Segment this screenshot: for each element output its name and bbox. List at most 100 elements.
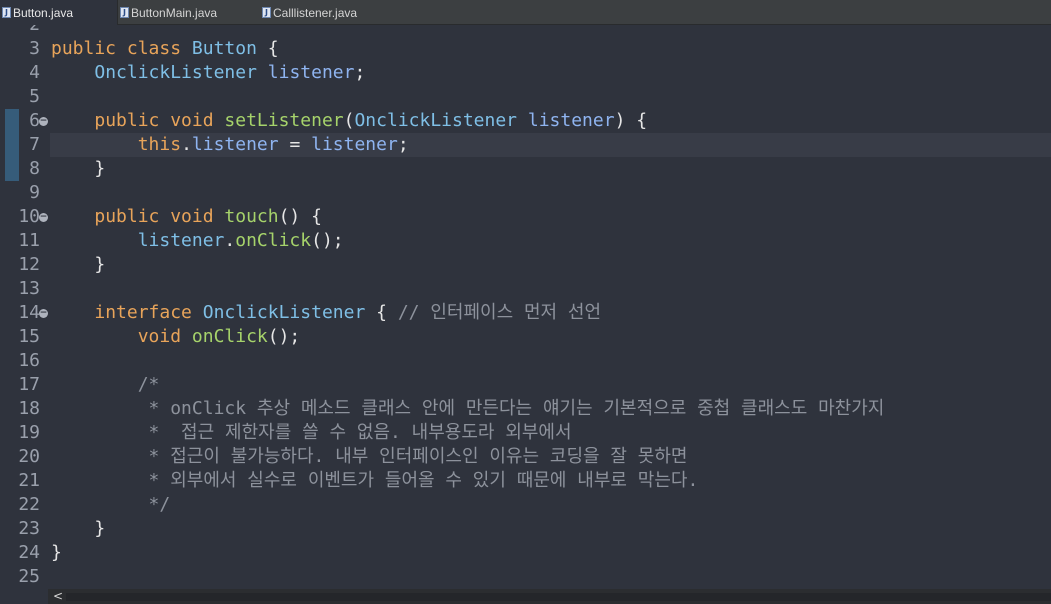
code-text[interactable]: * 접근 제한자를 쓸 수 없음. 내부용도라 외부에서 — [51, 421, 572, 445]
code-line: 2 — [0, 25, 1051, 37]
code-line: 22 */ — [0, 493, 1051, 517]
scroll-left-arrow-icon[interactable]: < — [52, 589, 64, 604]
line-number: 2 — [0, 25, 40, 37]
code-text[interactable]: * onClick 추상 메소드 클래스 안에 만든다는 얘기는 기본적으로 중… — [51, 397, 885, 421]
fold-collapse-icon[interactable]: − — [39, 117, 48, 126]
field-token: listener — [191, 134, 279, 155]
line-number: 12 — [18, 254, 40, 275]
line-number: 20 — [18, 446, 40, 467]
keyword-token: interface — [94, 302, 203, 323]
scrollbar-thumb[interactable] — [66, 593, 1051, 601]
code-text[interactable]: } — [51, 541, 62, 565]
code-line: 24} — [0, 541, 1051, 565]
plain-token: } — [51, 158, 106, 179]
keyword-token: this — [137, 134, 182, 155]
method-token: touch — [224, 206, 279, 227]
code-text[interactable]: public void setListener(OnclickListener … — [51, 109, 647, 133]
plain-token: { — [365, 302, 398, 323]
keyword-token: public class — [51, 38, 192, 59]
code-text[interactable]: } — [51, 517, 105, 541]
comment-token: * 접근 제한자를 쓸 수 없음. 내부용도라 외부에서 — [148, 422, 572, 443]
plain-token: . — [224, 230, 236, 251]
plain-token: ) { — [614, 110, 648, 131]
code-text[interactable]: * 접근이 불가능하다. 내부 인터페이스인 이유는 코딩을 잘 못하면 — [51, 445, 688, 469]
line-number: 25 — [18, 566, 40, 587]
method-token: onClick — [191, 326, 268, 347]
type-token: OnclickListener — [202, 302, 366, 323]
code-text[interactable]: /* — [51, 373, 160, 397]
line-number: 23 — [18, 518, 40, 539]
field-token: listener — [267, 62, 355, 83]
java-file-icon: J — [262, 7, 271, 18]
code-text[interactable]: } — [51, 253, 105, 277]
line-number: 6 — [29, 110, 40, 131]
code-line: 14− interface OnclickListener { // 인터페이스… — [0, 301, 1051, 325]
tab-label: Button.java — [13, 5, 74, 20]
editor-window: J Button.java J ButtonMain.java J Calllistene… — [0, 0, 1051, 604]
code-line: 8 } — [0, 157, 1051, 181]
code-line: 10− public void touch() { — [0, 205, 1051, 229]
code-editor[interactable]: 23public class Button {4 OnclickListener… — [0, 25, 1051, 589]
line-number: 4 — [29, 62, 40, 83]
code-line: 3 public class Button { — [0, 37, 1051, 61]
code-text[interactable]: */ — [51, 493, 171, 517]
line-number: 5 — [29, 86, 40, 107]
plain-token: ; — [354, 62, 366, 83]
plain-token: ; — [397, 134, 409, 155]
line-number: 14 — [18, 302, 40, 323]
code-line: 4 OnclickListener listener; — [0, 61, 1051, 85]
code-text[interactable]: interface OnclickListener { // 인터페이스 먼저 … — [51, 301, 601, 325]
code-text[interactable]: * 외부에서 실수로 이벤트가 들어올 수 있기 때문에 내부로 막는다. — [51, 469, 699, 493]
code-text[interactable]: listener.onClick(); — [51, 229, 344, 253]
comment-token: */ — [148, 494, 171, 515]
code-line: 9 — [0, 181, 1051, 205]
keyword-token: void — [137, 326, 192, 347]
tab-button-java[interactable]: J Button.java — [0, 0, 118, 25]
tab-label: Calllistener.java — [273, 5, 358, 20]
type-token: listener — [137, 230, 225, 251]
plain-token: . — [181, 134, 192, 155]
tab-label: ButtonMain.java — [131, 5, 218, 20]
fold-collapse-icon[interactable]: − — [39, 309, 48, 318]
plain-token: } — [51, 542, 62, 563]
line-number: 8 — [29, 158, 40, 179]
fold-collapse-icon[interactable]: − — [39, 213, 48, 222]
code-line: 15 void onClick(); — [0, 325, 1051, 349]
code-text[interactable]: OnclickListener listener; — [51, 61, 365, 85]
tab-calllistener-java[interactable]: J Calllistener.java — [260, 0, 400, 25]
editor-tab-bar: J Button.java J ButtonMain.java J Calllistene… — [0, 0, 1051, 25]
code-text[interactable]: public class Button { — [51, 37, 279, 61]
code-line: 18 * onClick 추상 메소드 클래스 안에 만든다는 얘기는 기본적으… — [0, 397, 1051, 421]
tab-buttonmain-java[interactable]: J ButtonMain.java — [118, 0, 248, 25]
plain-token: (); — [267, 326, 301, 347]
code-text[interactable]: public void touch() { — [51, 205, 322, 229]
code-text[interactable]: } — [51, 157, 105, 181]
line-number: 7 — [29, 134, 40, 155]
line-number: 3 — [29, 38, 40, 59]
type-token: Button — [191, 38, 257, 59]
horizontal-scrollbar[interactable]: < — [0, 589, 1051, 604]
code-line: 12 } — [0, 253, 1051, 277]
line-number: 11 — [18, 230, 40, 251]
code-line: 23 } — [0, 517, 1051, 541]
code-line: 16 — [0, 349, 1051, 373]
type-token: OnclickListener — [354, 110, 518, 131]
code-text[interactable]: this.listener = listener; — [51, 133, 409, 157]
line-number: 21 — [18, 470, 40, 491]
plain-token: ( — [343, 110, 355, 131]
keyword-token: public void — [94, 206, 225, 227]
line-number: 13 — [18, 278, 40, 299]
plain-token: } — [51, 518, 106, 539]
comment-token: // 인터페이스 먼저 선언 — [397, 302, 602, 323]
code-text[interactable]: void onClick(); — [51, 325, 301, 349]
